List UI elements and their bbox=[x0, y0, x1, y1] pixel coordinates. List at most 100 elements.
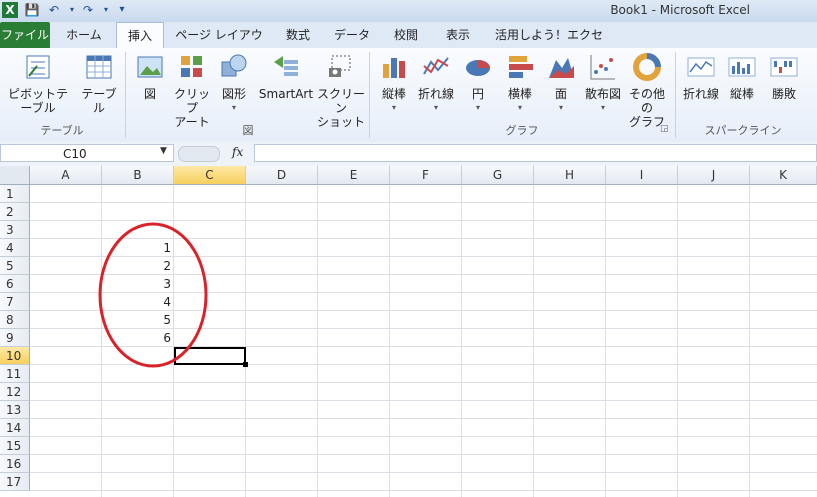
column-header-h[interactable]: H bbox=[534, 166, 606, 185]
doughnut-chart-icon bbox=[633, 53, 661, 81]
gridline-column bbox=[749, 185, 750, 497]
tab-review[interactable]: 校閲 bbox=[384, 22, 428, 48]
table-icon bbox=[86, 55, 112, 79]
column-header-b[interactable]: B bbox=[102, 166, 174, 185]
row-header-11[interactable]: 11 bbox=[0, 365, 30, 383]
formula-input[interactable] bbox=[254, 144, 817, 162]
window-title: Book1 - Microsoft Excel bbox=[610, 3, 750, 17]
line-chart-button[interactable]: 折れ線 ▾ bbox=[416, 52, 456, 115]
screenshot-button[interactable]: スクリーン ショット bbox=[316, 52, 366, 129]
column-chart-icon bbox=[383, 58, 405, 78]
row-header-9[interactable]: 9 bbox=[0, 329, 30, 347]
row-header-10[interactable]: 10 bbox=[0, 347, 30, 365]
tab-home[interactable]: ホーム bbox=[58, 22, 110, 48]
gridline-row bbox=[30, 454, 817, 455]
scatter-chart-button[interactable]: 散布図 ▾ bbox=[582, 52, 624, 115]
gridline-row bbox=[30, 490, 817, 491]
gridline-column bbox=[461, 185, 462, 497]
column-header-j[interactable]: J bbox=[678, 166, 750, 185]
table-button[interactable]: テーブル bbox=[76, 52, 122, 115]
sparkline-line-button[interactable]: 折れ線 bbox=[680, 52, 722, 101]
tab-insert[interactable]: 挿入 bbox=[116, 22, 164, 48]
tab-formulas[interactable]: 数式 bbox=[276, 22, 320, 48]
column-header-f[interactable]: F bbox=[390, 166, 462, 185]
name-box[interactable]: C10 bbox=[0, 144, 174, 162]
tab-data[interactable]: データ bbox=[330, 22, 374, 48]
shapes-button[interactable]: 図形 ▾ bbox=[216, 52, 252, 115]
dialog-launcher-icon[interactable]: ◲ bbox=[660, 124, 669, 134]
pie-chart-label: 円 bbox=[471, 87, 484, 101]
gridline-column bbox=[317, 185, 318, 497]
ribbon: ピボットテーブル テーブル テーブル 図 クリップ アート 図形 ▾ Smart… bbox=[0, 48, 817, 143]
column-header-i[interactable]: I bbox=[606, 166, 678, 185]
screenshot-label-1: スクリーン bbox=[316, 87, 365, 115]
clip-art-icon bbox=[181, 56, 202, 77]
screenshot-icon bbox=[329, 55, 351, 77]
area-chart-button[interactable]: 面 ▾ bbox=[542, 52, 580, 115]
gridline-row bbox=[30, 472, 817, 473]
area-chart-icon bbox=[549, 58, 574, 78]
row-header-1[interactable]: 1 bbox=[0, 185, 30, 203]
shapes-label: 図形 bbox=[221, 87, 246, 101]
group-label-charts: グラフ bbox=[505, 124, 539, 137]
column-header-d[interactable]: D bbox=[246, 166, 318, 185]
bar-chart-button[interactable]: 横棒 ▾ bbox=[500, 52, 540, 115]
gridline-row bbox=[30, 418, 817, 419]
row-header-12[interactable]: 12 bbox=[0, 383, 30, 401]
row-header-7[interactable]: 7 bbox=[0, 293, 30, 311]
name-box-dropdown-icon[interactable]: ▼ bbox=[160, 146, 167, 156]
sparkline-line-icon bbox=[687, 57, 715, 77]
row-header-5[interactable]: 5 bbox=[0, 257, 30, 275]
group-label-sparklines: スパークライン bbox=[704, 124, 782, 137]
tab-katsuyou[interactable]: 活用しよう！エクセル bbox=[490, 22, 608, 68]
bar-chart-dropdown-icon: ▾ bbox=[517, 103, 522, 112]
sparkline-winloss-icon bbox=[770, 57, 798, 77]
row-header-15[interactable]: 15 bbox=[0, 437, 30, 455]
ribbon-tabs: ファイル ホーム 挿入 ページ レイアウト 数式 データ 校閲 表示 活用しよう… bbox=[0, 22, 817, 68]
line-chart-icon bbox=[423, 57, 449, 75]
column-chart-dropdown-icon: ▾ bbox=[391, 103, 396, 112]
other-charts-button[interactable]: その他の グラフ bbox=[624, 52, 670, 129]
picture-button[interactable]: 図 bbox=[132, 52, 168, 101]
clip-art-button[interactable]: クリップ アート bbox=[172, 52, 212, 129]
separator bbox=[369, 52, 370, 138]
bar-chart-label: 横棒 bbox=[507, 87, 532, 101]
tab-file[interactable]: ファイル bbox=[0, 22, 50, 48]
picture-label: 図 bbox=[143, 87, 156, 101]
smartart-button[interactable]: SmartArt bbox=[256, 52, 316, 101]
row-header-4[interactable]: 4 bbox=[0, 239, 30, 257]
row-header-14[interactable]: 14 bbox=[0, 419, 30, 437]
column-header-a[interactable]: A bbox=[30, 166, 102, 185]
row-header-17[interactable]: 17 bbox=[0, 473, 30, 491]
row-header-6[interactable]: 6 bbox=[0, 275, 30, 293]
group-label-illustrations: 図 bbox=[242, 124, 254, 137]
smartart-icon bbox=[274, 56, 298, 76]
fill-handle[interactable] bbox=[243, 362, 248, 367]
pivot-table-icon bbox=[26, 55, 50, 79]
row-header-13[interactable]: 13 bbox=[0, 401, 30, 419]
sparkline-winloss-button[interactable]: 勝敗 bbox=[764, 52, 804, 101]
pie-chart-button[interactable]: 円 ▾ bbox=[460, 52, 496, 115]
row-header-16[interactable]: 16 bbox=[0, 455, 30, 473]
sparkline-column-label: 縦棒 bbox=[729, 87, 754, 101]
sparkline-line-label: 折れ線 bbox=[682, 87, 719, 101]
pivot-table-button[interactable]: ピボットテーブル bbox=[2, 52, 74, 115]
column-header-c[interactable]: C bbox=[174, 166, 246, 185]
column-header-e[interactable]: E bbox=[318, 166, 390, 185]
scatter-chart-icon bbox=[590, 55, 615, 80]
column-chart-button[interactable]: 縦棒 ▾ bbox=[374, 52, 414, 115]
row-header-2[interactable]: 2 bbox=[0, 203, 30, 221]
scatter-chart-label: 散布図 bbox=[584, 87, 621, 101]
column-header-g[interactable]: G bbox=[462, 166, 534, 185]
worksheet-grid[interactable]: ABCDEFGHIJK 1 2 3 4 5 6 7 8 9 10 11 12 13 14 15 16 17 12… bbox=[0, 166, 817, 497]
line-chart-dropdown-icon: ▾ bbox=[433, 103, 438, 112]
row-header-3[interactable]: 3 bbox=[0, 221, 30, 239]
tab-view[interactable]: 表示 bbox=[436, 22, 480, 48]
sparkline-column-button[interactable]: 縦棒 bbox=[724, 52, 760, 101]
red-annotation-circle bbox=[98, 222, 208, 368]
column-header-k[interactable]: K bbox=[750, 166, 817, 185]
row-header-8[interactable]: 8 bbox=[0, 311, 30, 329]
insert-function-icon[interactable]: fx bbox=[232, 145, 243, 159]
tab-page-layout[interactable]: ページ レイアウト bbox=[172, 22, 266, 68]
select-all-button[interactable] bbox=[0, 166, 30, 185]
